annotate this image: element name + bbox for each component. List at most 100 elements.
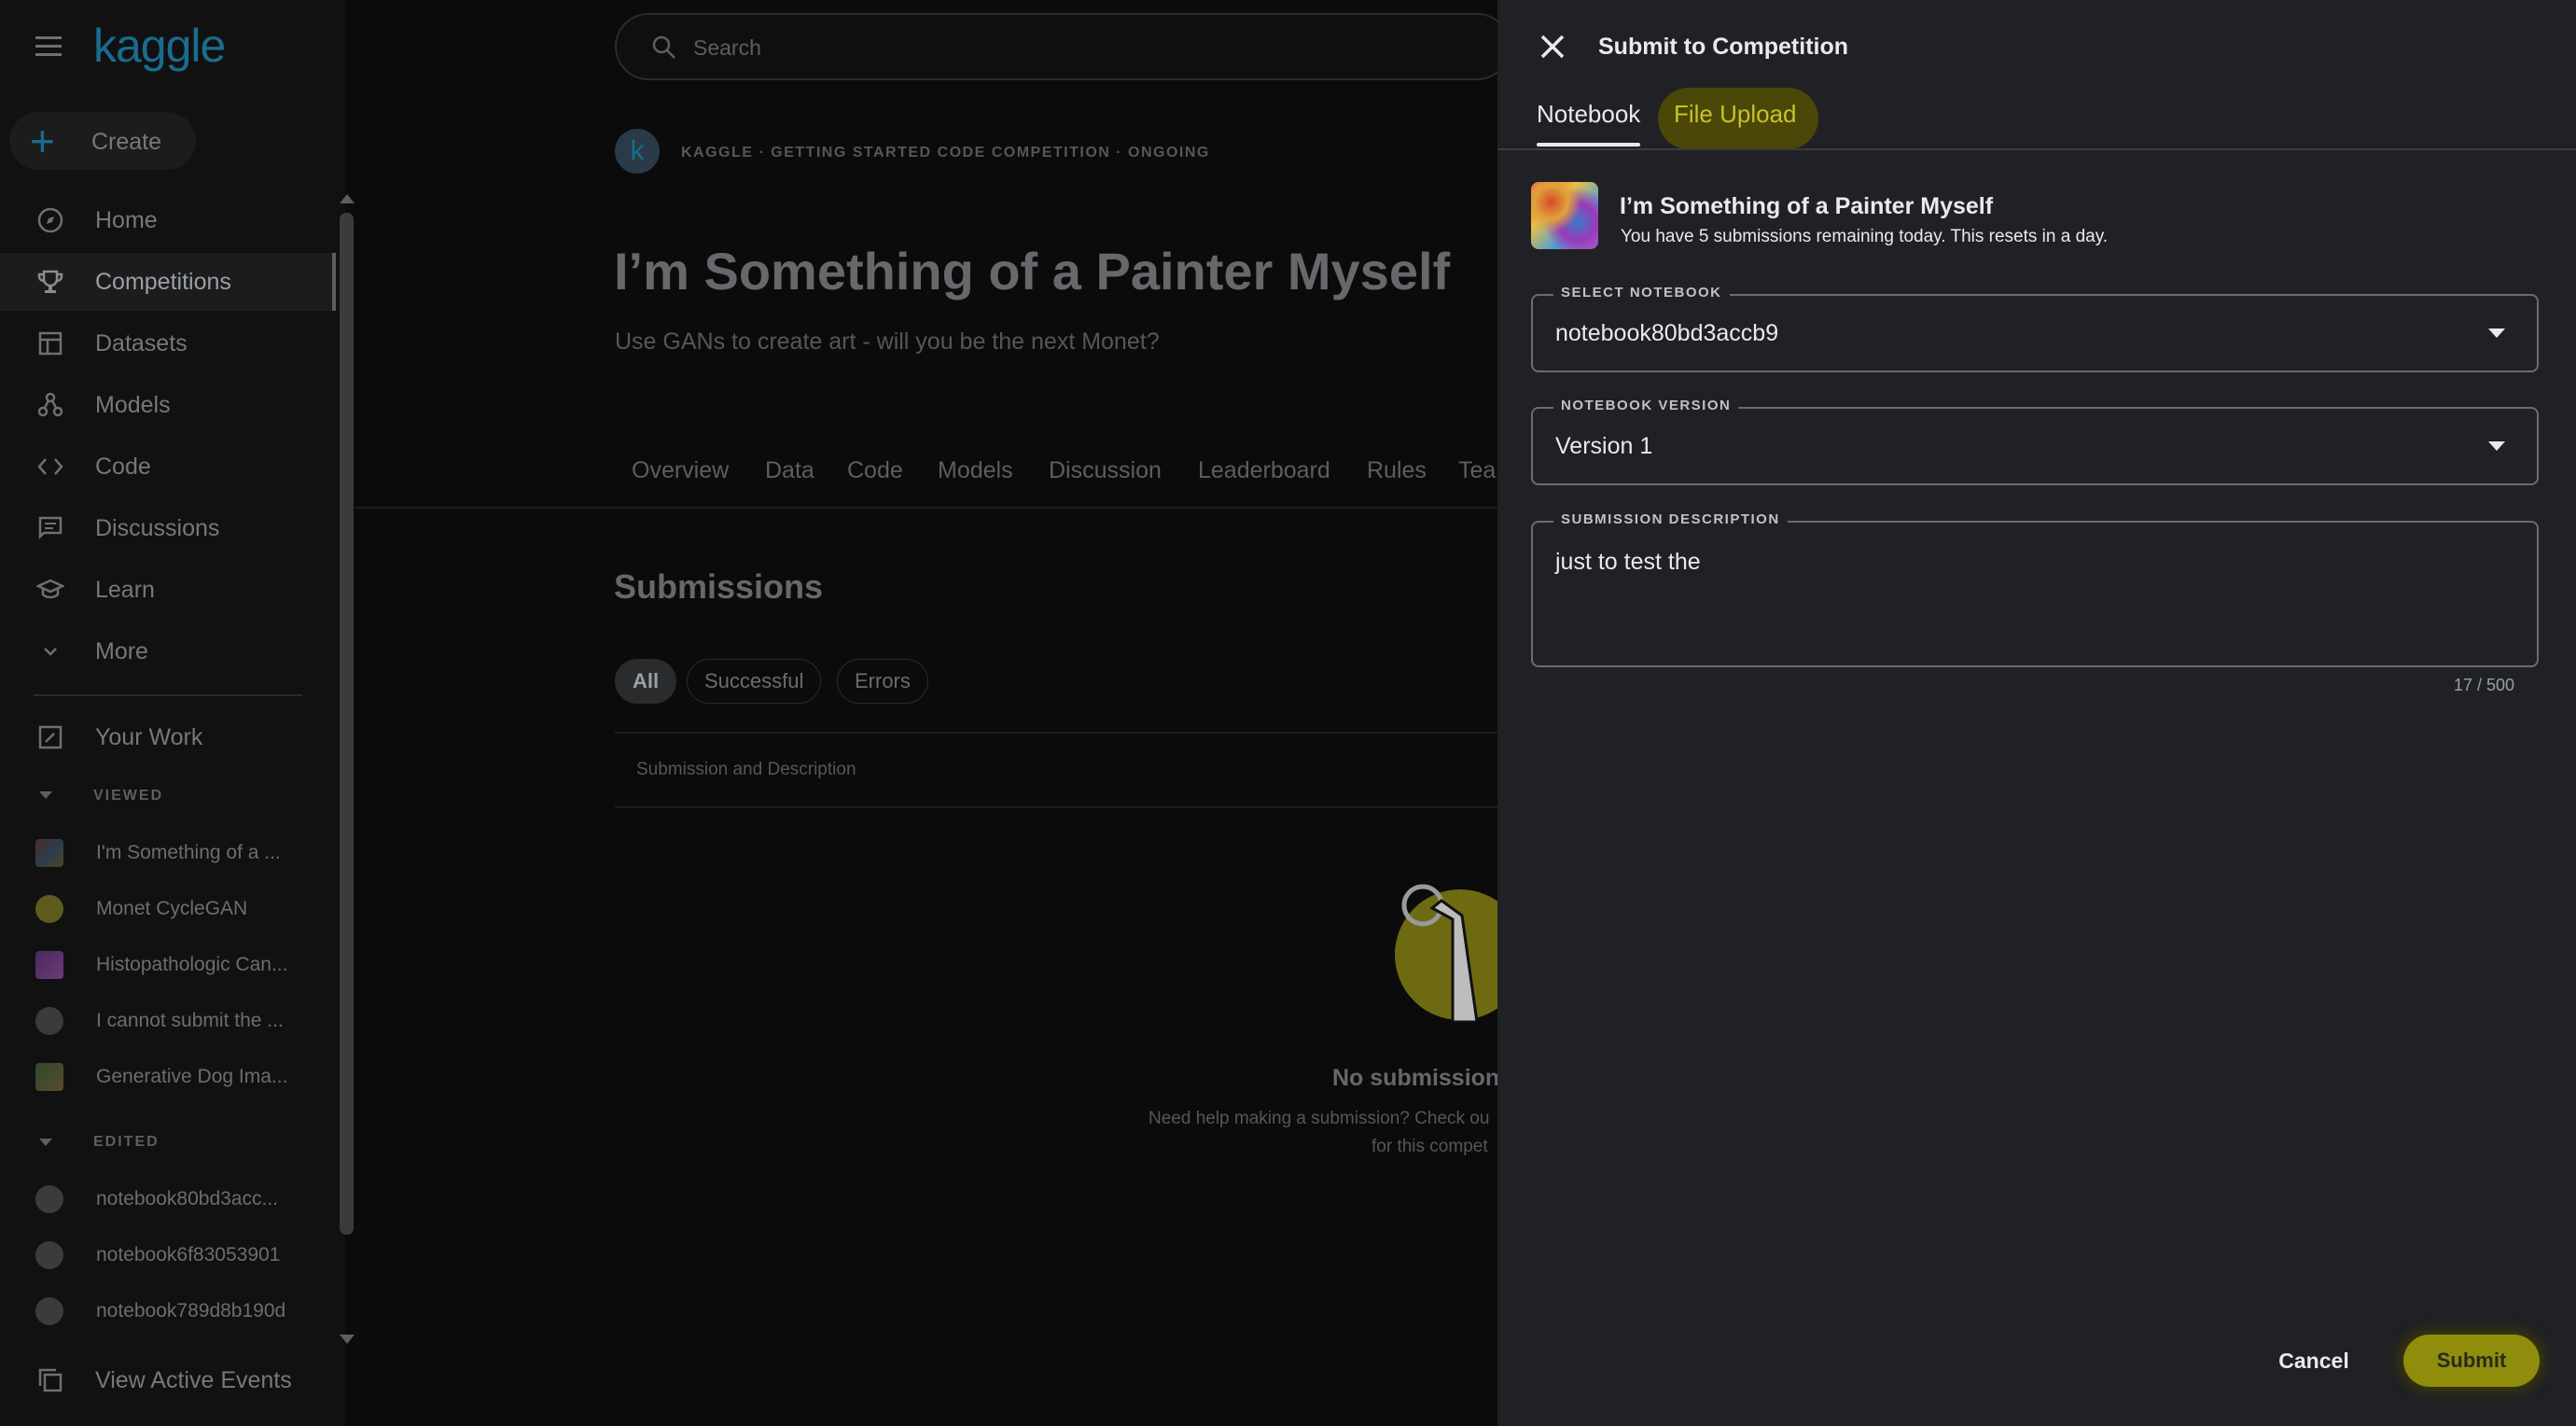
sidebar-item-competitions[interactable]: Competitions — [0, 253, 336, 311]
notebook-avatar — [35, 895, 63, 923]
tab-underline — [1537, 143, 1640, 147]
sidebar-item-label: Home — [95, 206, 158, 233]
dropdown-arrow-icon — [2488, 441, 2505, 451]
menu-icon[interactable] — [34, 34, 63, 58]
avatar-letter: k — [630, 135, 645, 166]
code-icon — [34, 450, 67, 483]
viewed-item-label: I'm Something of a ... — [96, 842, 281, 863]
character-counter: 17 / 500 — [2454, 676, 2515, 694]
sidebar-item-home[interactable]: Home — [0, 191, 336, 249]
dialog-title: Submit to Competition — [1598, 34, 1849, 60]
viewed-item[interactable]: Generative Dog Ima... — [0, 1053, 336, 1101]
close-icon[interactable] — [1538, 32, 1567, 62]
sidebar-item-label: Datasets — [95, 329, 188, 356]
cancel-button[interactable]: Cancel — [2258, 1333, 2370, 1389]
sidebar-item-label: Code — [95, 453, 151, 480]
submissions-heading: Submissions — [614, 567, 824, 606]
sidebar-item-more[interactable]: More — [0, 622, 336, 680]
edited-item[interactable]: notebook6f83053901 — [0, 1231, 336, 1279]
viewed-toggle[interactable] — [39, 791, 52, 799]
table-header-divider — [615, 806, 1497, 808]
sidebar-item-label: More — [95, 637, 148, 664]
field-label: SELECT NOTEBOOK — [1553, 285, 1730, 301]
tab-discussion[interactable]: Discussion — [1049, 457, 1162, 484]
dropdown-arrow-icon — [2488, 329, 2505, 338]
notebook-avatar — [35, 1185, 63, 1213]
cancel-label: Cancel — [2278, 1348, 2349, 1373]
edited-item[interactable]: notebook80bd3acc... — [0, 1175, 336, 1223]
sidebar-scroll-down[interactable] — [340, 1335, 355, 1344]
sidebar-scroll-up[interactable] — [340, 194, 355, 203]
filter-successful[interactable]: Successful — [687, 659, 822, 704]
description-text[interactable]: just to test the — [1555, 549, 1701, 576]
school-icon — [34, 573, 67, 607]
edited-toggle[interactable] — [39, 1139, 52, 1146]
events-icon — [34, 1363, 67, 1397]
sidebar-item-discussions[interactable]: Discussions — [0, 499, 336, 557]
view-active-events-button[interactable]: View Active Events — [0, 1351, 336, 1409]
edited-item-label: notebook789d8b190d — [96, 1300, 286, 1321]
create-label: Create — [91, 129, 162, 155]
tab-models[interactable]: Models — [938, 457, 1013, 484]
competition-thumbnail — [1531, 182, 1598, 249]
search-bar[interactable]: Search — [615, 13, 1511, 80]
field-label: NOTEBOOK VERSION — [1553, 398, 1739, 413]
viewed-section-title: VIEWED — [93, 788, 164, 804]
breadcrumb: KAGGLE · GETTING STARTED CODE COMPETITIO… — [681, 145, 1210, 161]
sidebar-item-models[interactable]: Models — [0, 376, 336, 434]
selected-version: Version 1 — [1555, 433, 1653, 459]
dialog-tabs-divider — [1497, 148, 2576, 150]
viewed-item[interactable]: I'm Something of a ... — [0, 829, 336, 877]
tab-rules[interactable]: Rules — [1367, 457, 1427, 484]
submit-label: Submit — [2436, 1349, 2507, 1372]
viewed-item[interactable]: Monet CycleGAN — [0, 885, 336, 933]
edited-section-title: EDITED — [93, 1134, 160, 1150]
table-top-divider — [615, 732, 1497, 734]
tabs-divider — [355, 507, 1497, 509]
tab-notebook[interactable]: Notebook — [1537, 100, 1640, 129]
search-icon — [650, 34, 678, 66]
column-header: Submission and Description — [636, 760, 856, 779]
sidebar-scrollbar[interactable] — [340, 213, 354, 1235]
active-indicator — [332, 253, 336, 311]
edited-item-label: notebook6f83053901 — [96, 1244, 281, 1265]
submit-button[interactable]: Submit — [2403, 1335, 2540, 1387]
select-notebook-dropdown[interactable]: SELECT NOTEBOOK notebook80bd3accb9 — [1531, 285, 2539, 372]
table-icon — [34, 327, 67, 360]
edit-note-icon — [34, 720, 67, 754]
submissions-remaining: You have 5 submissions remaining today. … — [1621, 227, 2109, 246]
tab-data[interactable]: Data — [765, 457, 815, 484]
page-title: I’m Something of a Painter Myself — [614, 242, 1451, 301]
plus-icon: + — [30, 117, 55, 165]
sidebar-item-label: Models — [95, 391, 171, 418]
filter-errors[interactable]: Errors — [837, 659, 928, 704]
notebook-version-dropdown[interactable]: NOTEBOOK VERSION Version 1 — [1531, 398, 2539, 485]
sidebar-item-label: View Active Events — [95, 1366, 292, 1393]
tab-file-upload[interactable]: File Upload — [1674, 100, 1797, 129]
models-icon — [34, 388, 67, 422]
tab-code[interactable]: Code — [847, 457, 903, 484]
tab-overview[interactable]: Overview — [632, 457, 729, 484]
submission-description-field[interactable]: SUBMISSION DESCRIPTION just to test the — [1531, 511, 2539, 667]
sidebar-item-datasets[interactable]: Datasets — [0, 315, 336, 372]
viewed-item-label: Monet CycleGAN — [96, 898, 248, 919]
viewed-item-label: Generative Dog Ima... — [96, 1066, 288, 1087]
empty-state-text-2: for this compet — [1372, 1137, 1488, 1156]
sidebar-item-code[interactable]: Code — [0, 438, 336, 496]
sidebar-item-your-work[interactable]: Your Work — [0, 708, 336, 766]
tab-leaderboard[interactable]: Leaderboard — [1198, 457, 1330, 484]
kaggle-logo[interactable]: kaggle — [93, 19, 226, 73]
edited-item[interactable]: notebook789d8b190d — [0, 1287, 336, 1335]
viewed-item[interactable]: Histopathologic Can... — [0, 941, 336, 989]
viewed-item[interactable]: I cannot submit the ... — [0, 997, 336, 1045]
create-button[interactable]: + Create — [9, 112, 196, 170]
competition-host-avatar: k — [615, 129, 660, 174]
notebook-avatar — [35, 1297, 63, 1325]
search-input[interactable]: Search — [693, 35, 761, 61]
filter-all[interactable]: All — [615, 659, 677, 704]
sidebar-item-learn[interactable]: Learn — [0, 561, 336, 619]
sidebar-divider — [34, 694, 302, 696]
field-label: SUBMISSION DESCRIPTION — [1553, 511, 1788, 527]
tab-team[interactable]: Tea — [1458, 457, 1496, 484]
discussion-avatar — [35, 1007, 63, 1035]
